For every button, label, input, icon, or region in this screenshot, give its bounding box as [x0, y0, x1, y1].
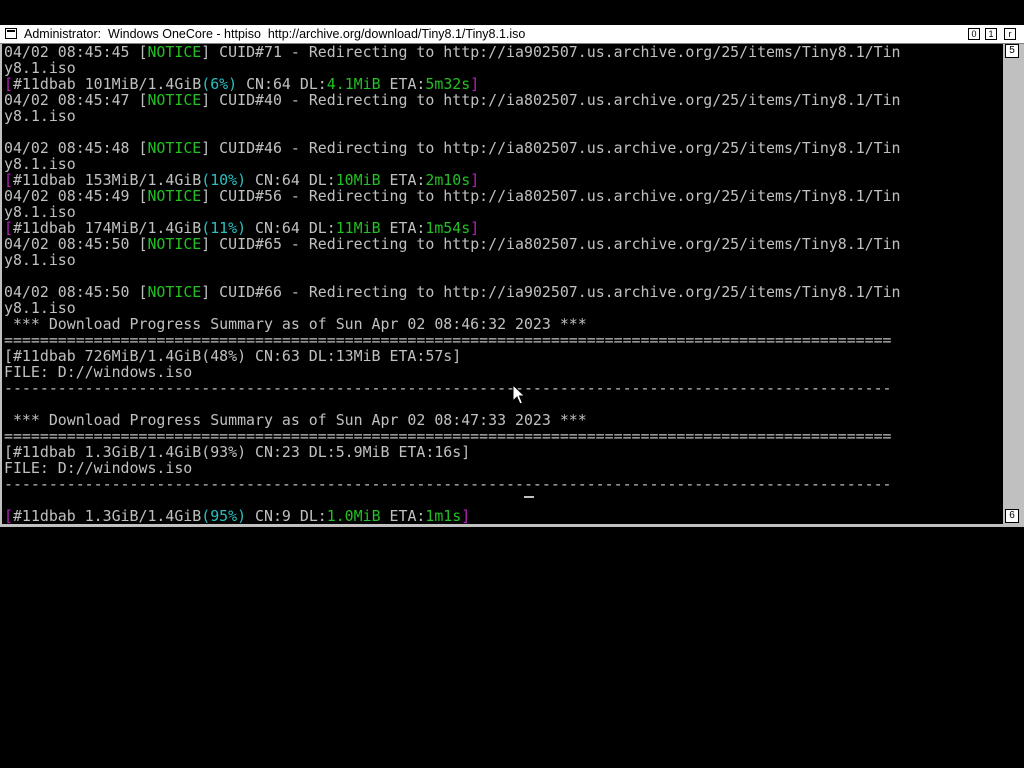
progress-line: [#11dbab 1.3GiB/1.4GiB(95%) CN:9 DL:1.0M…: [4, 507, 471, 524]
progress-line: [#11dbab 174MiB/1.4GiB(11%) CN:64 DL:11M…: [4, 219, 480, 237]
log-line: y8.1.iso: [4, 251, 76, 269]
progress-line: [#11dbab 101MiB/1.4GiB(6%) CN:64 DL:4.1M…: [4, 75, 480, 93]
summary-heading: *** Download Progress Summary as of Sun …: [4, 315, 587, 333]
log-line: y8.1.iso: [4, 59, 76, 77]
close-button[interactable]: r: [1004, 28, 1016, 40]
log-line: y8.1.iso: [4, 107, 76, 125]
summary-heading: *** Download Progress Summary as of Sun …: [4, 411, 587, 429]
window-icon[interactable]: [5, 28, 17, 39]
log-line: 04/02 08:45:45 [NOTICE] CUID#71 - Redire…: [4, 44, 901, 61]
log-line: 04/02 08:45:47 [NOTICE] CUID#40 - Redire…: [4, 91, 901, 109]
log-line: 04/02 08:45:50 [NOTICE] CUID#65 - Redire…: [4, 235, 901, 253]
log-line: 04/02 08:45:48 [NOTICE] CUID#46 - Redire…: [4, 139, 901, 157]
vertical-scrollbar[interactable]: 5 6: [1003, 44, 1021, 524]
console-window: Administrator: Windows OneCore - httpiso…: [0, 25, 1024, 527]
maximize-button[interactable]: 1: [985, 28, 997, 40]
summary-progress: [#11dbab 1.3GiB/1.4GiB(93%) CN:23 DL:5.9…: [4, 443, 471, 461]
log-line: 04/02 08:45:49 [NOTICE] CUID#56 - Redire…: [4, 187, 901, 205]
separator-line: ----------------------------------------…: [4, 475, 892, 493]
text-cursor: [524, 496, 534, 498]
log-line: y8.1.iso: [4, 299, 76, 317]
summary-progress: [#11dbab 726MiB/1.4GiB(48%) CN:63 DL:13M…: [4, 347, 462, 365]
separator-line: ----------------------------------------…: [4, 379, 892, 397]
log-line: y8.1.iso: [4, 203, 76, 221]
separator-line: ========================================…: [4, 427, 892, 445]
log-line: 04/02 08:45:50 [NOTICE] CUID#66 - Redire…: [4, 283, 901, 301]
separator-line: ========================================…: [4, 331, 892, 349]
title-bar[interactable]: Administrator: Windows OneCore - httpiso…: [0, 25, 1024, 44]
summary-file: FILE: D://windows.iso: [4, 459, 193, 477]
progress-line: [#11dbab 153MiB/1.4GiB(10%) CN:64 DL:10M…: [4, 171, 480, 189]
summary-file: FILE: D://windows.iso: [4, 363, 193, 381]
window-title: Administrator: Windows OneCore - httpiso…: [24, 27, 526, 41]
scroll-up-button[interactable]: 5: [1005, 44, 1019, 58]
mouse-pointer-icon: [512, 384, 526, 405]
minimize-button[interactable]: 0: [968, 28, 980, 40]
log-line: y8.1.iso: [4, 155, 76, 173]
scroll-down-button[interactable]: 6: [1005, 509, 1019, 523]
console-output[interactable]: 04/02 08:45:45 [NOTICE] CUID#71 - Redire…: [2, 44, 1003, 524]
